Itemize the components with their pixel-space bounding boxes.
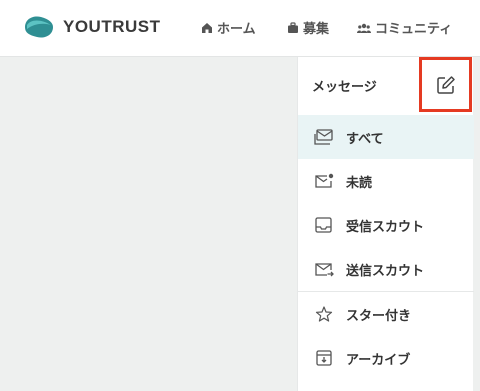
compose-button[interactable] xyxy=(419,57,472,112)
menu-item-sent-scout[interactable]: 送信スカウト xyxy=(298,247,474,291)
star-icon xyxy=(315,306,333,322)
message-menu: すべて 未読 受信スカウト 送信スカウト スター付き アーカイブ xyxy=(298,115,474,380)
community-icon xyxy=(357,23,371,33)
nav-home[interactable]: ホーム xyxy=(201,18,256,37)
unread-mail-icon xyxy=(315,173,334,188)
top-header: YOUTRUST ホーム 募集 コミュニティ xyxy=(0,0,480,57)
menu-item-received-scout[interactable]: 受信スカウト xyxy=(298,203,474,247)
menu-item-received-scout-label: 受信スカウト xyxy=(346,219,425,235)
youtrust-logo-icon xyxy=(25,16,53,38)
tray-icon xyxy=(315,217,332,233)
menu-item-starred[interactable]: スター付き xyxy=(298,292,474,336)
menu-item-unread-label: 未読 xyxy=(346,175,373,191)
menu-item-unread[interactable]: 未読 xyxy=(298,159,474,203)
menu-item-archive-label: アーカイブ xyxy=(346,352,411,368)
briefcase-icon xyxy=(288,21,298,33)
archive-icon xyxy=(316,350,332,366)
panel-title: メッセージ xyxy=(312,80,377,95)
logo[interactable]: YOUTRUST xyxy=(23,13,161,41)
nav-community-label: コミュニティ xyxy=(375,22,453,37)
menu-item-sent-scout-label: 送信スカウト xyxy=(346,263,425,279)
logo-text: YOUTRUST xyxy=(63,17,161,36)
send-mail-icon xyxy=(315,263,334,277)
nav-jobs-label: 募集 xyxy=(303,22,330,37)
edit-icon xyxy=(436,75,455,94)
menu-item-starred-label: スター付き xyxy=(346,308,412,324)
message-panel: メッセージ すべて 未読 受信スカウト 送信スカウト スター付き アーカイブ xyxy=(297,57,474,391)
nav-home-label: ホーム xyxy=(217,22,256,37)
menu-item-archive[interactable]: アーカイブ xyxy=(298,336,474,380)
nav-jobs[interactable]: 募集 xyxy=(287,18,329,37)
menu-item-all-label: すべて xyxy=(346,131,384,147)
home-icon xyxy=(202,22,212,33)
nav-community[interactable]: コミュニティ xyxy=(357,18,452,37)
menu-item-all[interactable]: すべて xyxy=(298,115,474,159)
inbox-icon xyxy=(314,129,333,145)
